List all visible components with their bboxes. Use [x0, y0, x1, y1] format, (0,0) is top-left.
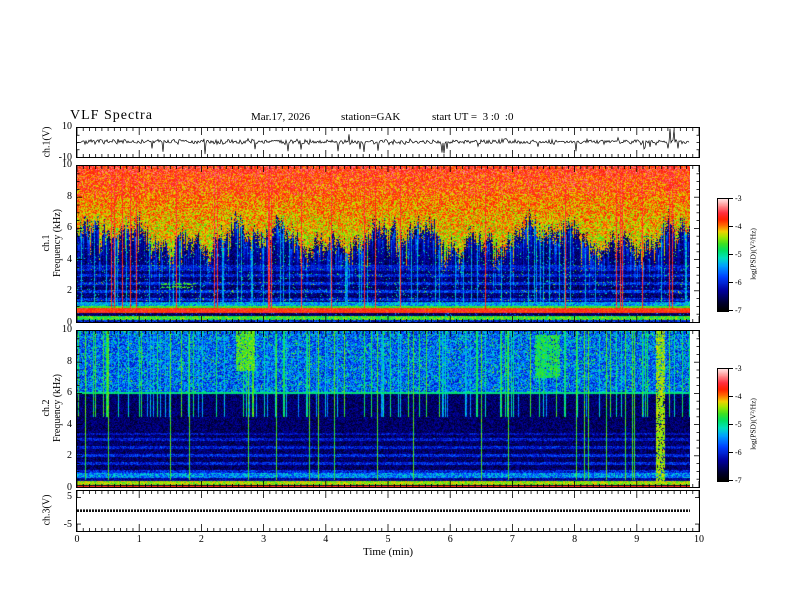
ch3-waveform-ticks: [77, 491, 699, 531]
ytick-label: 6: [67, 222, 72, 234]
ch1-spectrogram-ticks: [77, 166, 699, 322]
ch2-spectrogram-ylabel: ch.2 Frequency (kHz): [41, 374, 63, 442]
colorbar-tick: [729, 424, 733, 425]
xtick-label: 6: [447, 534, 453, 545]
ch2-colorbar-label: log(PSD)(V²/Hz): [748, 398, 758, 450]
date-label: Mar.17, 2026: [251, 111, 310, 123]
colorbar-tick-label: -7: [735, 476, 742, 485]
ytick-label: 10: [62, 121, 72, 132]
xtick-label: 8: [572, 534, 578, 545]
ytick-label: 10: [62, 324, 72, 335]
ch2-spectrogram-ticks: [77, 331, 699, 487]
colorbar-tick: [729, 198, 733, 199]
colorbar-tick-label: -4: [735, 392, 742, 401]
ch1-colorbar-gradient: [718, 199, 728, 311]
ch1-colorbar-label: log(PSD)(V²/Hz): [748, 228, 758, 280]
colorbar-tick: [729, 368, 733, 369]
colorbar-tick-label: -6: [735, 278, 742, 287]
ch3-waveform-panel: [76, 490, 700, 532]
xtick-label: 2: [198, 534, 204, 545]
xtick-label: 5: [385, 534, 391, 545]
ytick-label: -5: [63, 518, 72, 530]
colorbar-tick: [729, 480, 733, 481]
ytick-label: 10: [62, 159, 72, 170]
xtick-label: 10: [694, 534, 704, 545]
colorbar-tick-label: -5: [735, 250, 742, 259]
colorbar-tick-label: -6: [735, 448, 742, 457]
colorbar-tick-label: -5: [735, 420, 742, 429]
colorbar-tick-label: -3: [735, 194, 742, 203]
ch1-frequency-label: Frequency (kHz): [52, 208, 63, 278]
colorbar-tick-label: -3: [735, 364, 742, 373]
xtick-label: 9: [634, 534, 640, 545]
colorbar-tick-label: -4: [735, 222, 742, 231]
ch1-colorbar: [717, 198, 729, 312]
ch1-spectrogram-ylabel: ch.1 Frequency (kHz): [41, 209, 63, 277]
ch2-colorbar-gradient: [718, 369, 728, 481]
ch2-spectrogram-panel: [76, 330, 700, 488]
ytick-label: 5: [67, 490, 72, 502]
ch2-label: ch.2: [41, 399, 52, 417]
colorbar-tick: [729, 282, 733, 283]
start-ut-label: start UT = 3 :0 :0: [432, 111, 514, 123]
ytick-label: 2: [67, 450, 72, 462]
xtick-label: 0: [74, 534, 80, 545]
ch1-spectrogram-panel: [76, 165, 700, 323]
ytick-label: 4: [67, 253, 72, 265]
time-axis-label: Time (min): [362, 546, 413, 558]
xtick-label: 1: [136, 534, 142, 545]
ytick-label: 2: [67, 285, 72, 297]
xtick-label: 4: [323, 534, 329, 545]
xtick-label: 7: [509, 534, 515, 545]
colorbar-tick-label: -7: [735, 306, 742, 315]
colorbar-tick: [729, 396, 733, 397]
station-label: station=GAK: [341, 111, 401, 123]
page-title: VLF Spectra: [70, 108, 153, 123]
ytick-label: 4: [67, 418, 72, 430]
vlf-spectra-figure: VLF Spectra Mar.17, 2026 station=GAK sta…: [0, 0, 792, 612]
ch2-colorbar: [717, 368, 729, 482]
ch1-waveform-panel: [76, 127, 700, 158]
xtick-label: 3: [261, 534, 267, 545]
ytick-label: 6: [67, 387, 72, 399]
ytick-label: 8: [67, 355, 72, 367]
ch1-label: ch.1: [41, 234, 52, 252]
ytick-label: 8: [67, 190, 72, 202]
colorbar-tick: [729, 226, 733, 227]
ch1-waveform-ticks: [77, 128, 699, 157]
ch2-frequency-label: Frequency (kHz): [52, 373, 63, 443]
colorbar-tick: [729, 254, 733, 255]
colorbar-tick: [729, 310, 733, 311]
colorbar-tick: [729, 452, 733, 453]
